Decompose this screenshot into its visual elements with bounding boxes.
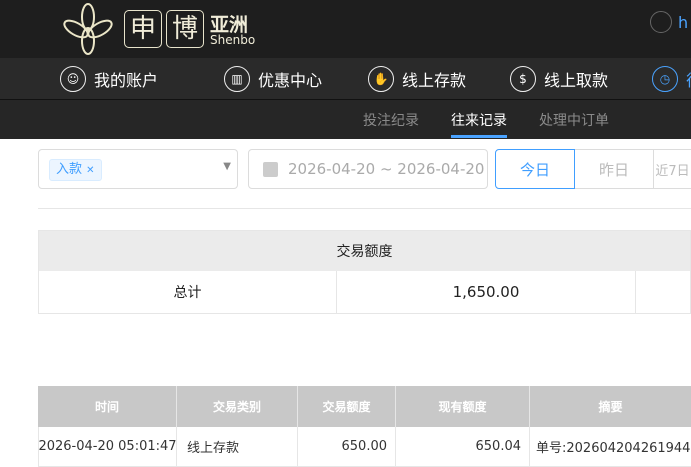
- nav-my-account[interactable]: ☺ 我的账户: [60, 66, 158, 92]
- nav-label: 优惠中心: [258, 71, 323, 90]
- cell-balance: 650.04: [396, 427, 530, 467]
- tab-pending-orders[interactable]: 处理中订单: [539, 110, 609, 130]
- nav-promotions[interactable]: ▥ 优惠中心: [224, 66, 322, 92]
- nav-withdraw[interactable]: $ 线上取款: [510, 66, 608, 92]
- cell-summary: 单号:202604204261944: [530, 427, 691, 467]
- logo-char: 申: [124, 10, 162, 48]
- nav-deposit[interactable]: ✋ 线上存款: [368, 66, 466, 92]
- cell-time: 2026-04-20 05:01:47: [38, 427, 177, 467]
- type-tag: 入款 ✕: [49, 159, 102, 181]
- calendar-icon: [263, 161, 278, 177]
- cell-amount: 650.00: [298, 427, 396, 467]
- date-range-value: 2026-04-20 ~ 2026-04-20: [288, 160, 485, 178]
- summary-header: 交易额度: [39, 231, 690, 271]
- divider: [38, 208, 691, 209]
- quick-yesterday-button[interactable]: 昨日: [575, 149, 654, 189]
- deposit-icon: ✋: [368, 66, 394, 92]
- tag-label: 入款: [56, 162, 83, 177]
- col-header-time: 时间: [38, 386, 177, 427]
- brand-name-en: Shenbo: [210, 33, 256, 47]
- nav-label: 往来记录: [686, 67, 691, 91]
- tab-transactions[interactable]: 往来记录: [451, 110, 507, 130]
- summary-row-label: 总计: [39, 271, 337, 313]
- user-icon: [650, 11, 672, 33]
- logo-char: 博: [166, 10, 204, 48]
- nav-label: 我的账户: [94, 71, 159, 90]
- nav-label: 线上取款: [544, 71, 609, 90]
- date-range-input[interactable]: 2026-04-20 ~ 2026-04-20: [248, 149, 488, 189]
- cell-type: 线上存款: [177, 427, 298, 467]
- nav-records[interactable]: ◷ 往来记录: [652, 66, 691, 92]
- close-icon[interactable]: ✕: [86, 165, 94, 176]
- records-table: 时间 交易类别 交易额度 现有额度 摘要 2026-04-20 05:01:47…: [38, 386, 691, 467]
- user-menu[interactable]: h: [650, 11, 688, 33]
- active-tab-indicator: [451, 135, 507, 138]
- nav-label: 线上存款: [402, 71, 467, 90]
- withdraw-icon: $: [510, 66, 536, 92]
- gift-icon: ▥: [224, 66, 250, 92]
- username: h: [678, 12, 689, 32]
- type-select[interactable]: 入款 ✕ ▼: [38, 149, 238, 189]
- flower-logo-icon: [63, 3, 113, 55]
- user-icon: ☺: [60, 66, 86, 92]
- col-header-type: 交易类别: [177, 386, 298, 427]
- quick-7days-button[interactable]: 近7日: [654, 149, 691, 189]
- quick-today-button[interactable]: 今日: [495, 149, 575, 189]
- summary-amount: 1,650.00: [337, 271, 636, 313]
- summary-table: 交易额度 总计 1,650.00: [38, 230, 691, 314]
- logo[interactable]: 申 博 亚洲 Shenbo: [58, 2, 258, 56]
- col-header-summary: 摘要: [598, 400, 623, 414]
- tab-bet-records[interactable]: 投注纪录: [363, 110, 419, 130]
- records-icon: ◷: [652, 66, 678, 92]
- col-header-balance: 现有额度: [396, 386, 530, 427]
- col-header-amount: 交易额度: [298, 386, 396, 427]
- chevron-down-icon: ▼: [223, 161, 231, 172]
